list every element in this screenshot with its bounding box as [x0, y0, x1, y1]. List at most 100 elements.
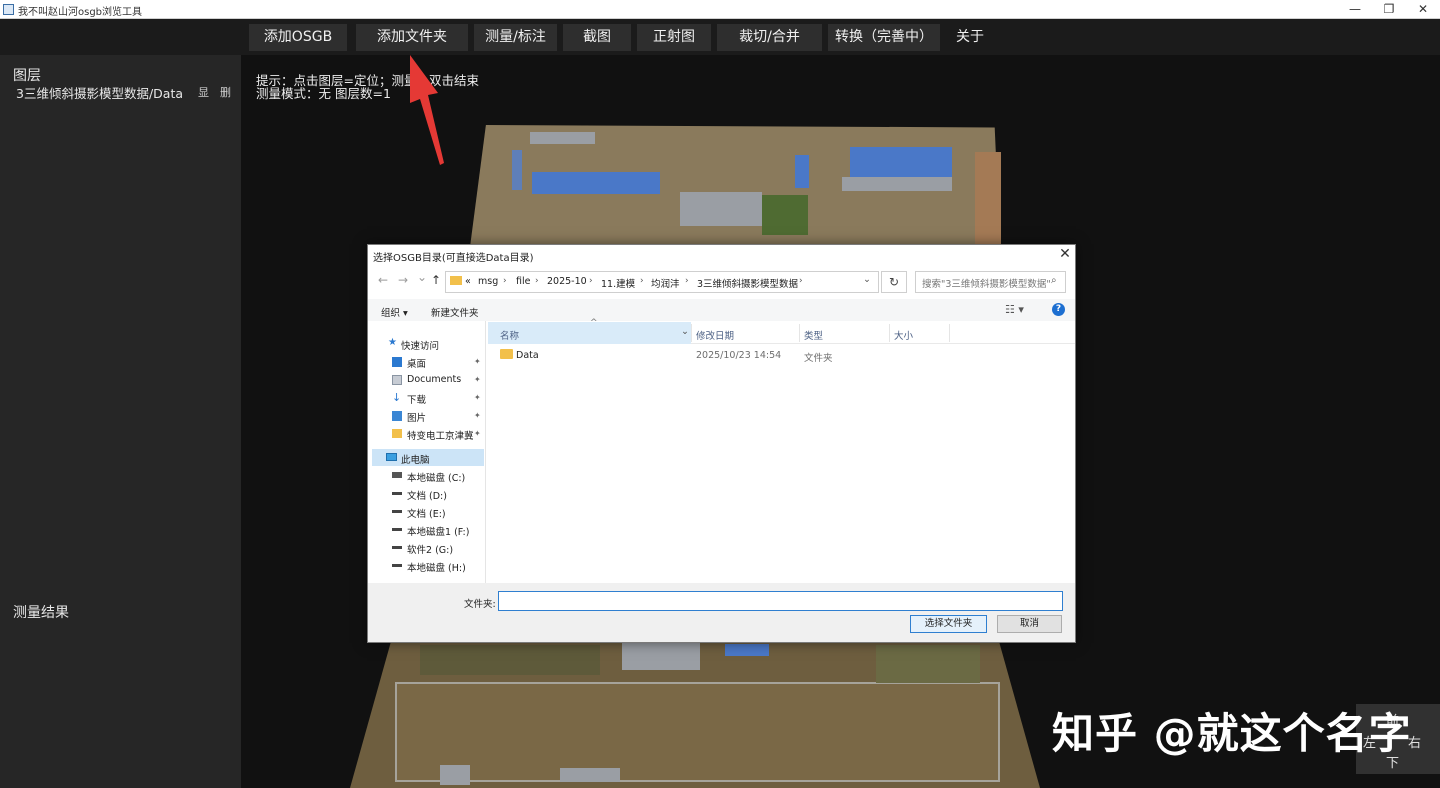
refresh-button[interactable]: ↻	[881, 271, 907, 293]
building	[725, 644, 769, 656]
cancel-button[interactable]: 取消	[997, 615, 1062, 633]
nav-item-pictures[interactable]: 图片	[407, 410, 426, 424]
dialog-close-button[interactable]: ✕	[1056, 245, 1074, 263]
column-divider[interactable]	[949, 324, 950, 342]
column-dropdown-icon[interactable]: ⌄	[681, 326, 689, 337]
measure-annotate-button[interactable]: 测量/标注	[474, 24, 557, 51]
nav-item-drive-h[interactable]: 本地磁盘 (H:)	[407, 560, 466, 574]
nav-item-documents[interactable]: Documents	[407, 374, 461, 385]
field	[762, 195, 808, 235]
column-size[interactable]: 大小	[894, 328, 913, 342]
field	[876, 645, 980, 683]
address-dropdown-icon[interactable]: ⌄	[863, 274, 871, 285]
nav-item-drive-f[interactable]: 本地磁盘1 (F:)	[407, 524, 469, 538]
layer-delete-button[interactable]: 删	[220, 84, 231, 100]
column-modified[interactable]: 修改日期	[696, 328, 734, 342]
breadcrumb-separator: ›	[685, 276, 689, 286]
organize-menu[interactable]: 组织 ▾	[381, 305, 408, 319]
breadcrumb-more[interactable]: «	[465, 276, 471, 287]
layers-title: 图层	[13, 68, 41, 84]
column-divider[interactable]	[691, 324, 692, 342]
folder-field-label: 文件夹:	[464, 599, 496, 610]
drive-icon	[392, 528, 402, 531]
field	[975, 152, 1001, 244]
nav-item-folder[interactable]: 特变电工京津冀	[407, 428, 473, 442]
restore-button[interactable]: ❐	[1372, 0, 1406, 19]
recent-locations-icon[interactable]: ⌄	[417, 270, 427, 284]
folder-icon	[500, 349, 513, 359]
breadcrumb-item[interactable]: 2025-10	[547, 276, 587, 287]
drive-icon	[392, 492, 402, 495]
column-name[interactable]: 名称	[500, 328, 519, 342]
back-icon[interactable]: ←	[378, 273, 388, 287]
search-input[interactable]: 搜索"3三维倾斜摄影模型数据"	[915, 271, 1066, 293]
breadcrumb-separator: ›	[503, 276, 507, 286]
file-modified: 2025/10/23 14:54	[696, 350, 782, 361]
pin-icon: ✦	[474, 375, 481, 384]
star-icon: ★	[388, 337, 397, 348]
building	[560, 768, 620, 782]
measure-mode-text: 测量模式：无 图层数=1	[256, 86, 391, 101]
building	[530, 132, 595, 144]
forward-icon[interactable]: →	[398, 273, 408, 287]
breadcrumb-item[interactable]: msg	[478, 276, 498, 287]
ortho-image-button[interactable]: 正射图	[637, 24, 711, 51]
nav-item-desktop[interactable]: 桌面	[407, 356, 426, 370]
nav-item-quick-access[interactable]: 快速访问	[401, 338, 439, 352]
building	[850, 147, 952, 177]
layer-item[interactable]: 3三维倾斜摄影模型数据/Data	[16, 83, 183, 102]
breadcrumb-item[interactable]: 11.建模	[601, 276, 635, 290]
building	[512, 150, 522, 190]
nav-item-drive-c[interactable]: 本地磁盘 (C:)	[407, 470, 465, 484]
nav-item-this-pc[interactable]: 此电脑	[401, 452, 430, 466]
left-panel	[0, 55, 241, 788]
view-options-icon[interactable]: ☷ ▾	[1005, 303, 1024, 316]
pictures-icon	[392, 411, 402, 421]
nav-item-downloads[interactable]: 下载	[407, 392, 426, 406]
building	[680, 192, 762, 226]
field	[420, 645, 600, 675]
nav-item-drive-g[interactable]: 软件2 (G:)	[407, 542, 453, 556]
file-row[interactable]	[490, 346, 1075, 364]
file-name[interactable]: Data	[516, 350, 539, 361]
up-icon[interactable]: ↑	[431, 273, 441, 287]
minimize-button[interactable]: —	[1338, 0, 1372, 19]
breadcrumb-item[interactable]: 3三维倾斜摄影模型数据	[697, 276, 798, 290]
search-icon: ⌕	[1051, 275, 1057, 286]
breadcrumb-separator: ›	[589, 276, 593, 286]
new-folder-button[interactable]: 新建文件夹	[431, 305, 479, 319]
pin-icon: ✦	[474, 411, 481, 420]
add-folder-button[interactable]: 添加文件夹	[356, 24, 468, 51]
screenshot-button[interactable]: 截图	[563, 24, 631, 51]
folder-icon	[450, 276, 462, 285]
window-close-button[interactable]: ✕	[1406, 0, 1440, 19]
drive-icon	[392, 546, 402, 549]
add-osgb-button[interactable]: 添加OSGB	[249, 24, 347, 51]
column-type[interactable]: 类型	[804, 328, 823, 342]
nav-item-drive-d[interactable]: 文档 (D:)	[407, 488, 447, 502]
convert-button[interactable]: 转换（完善中）	[828, 24, 940, 51]
drive-icon	[392, 510, 402, 513]
select-folder-button[interactable]: 选择文件夹	[910, 615, 987, 633]
pin-icon: ✦	[474, 429, 481, 438]
sort-ascending-icon: ^	[590, 318, 598, 328]
breadcrumb-item[interactable]: 均润沣	[651, 276, 680, 290]
folder-name-input[interactable]	[498, 591, 1063, 611]
breadcrumb-separator: ›	[535, 276, 539, 286]
layer-show-button[interactable]: 显	[198, 84, 209, 100]
pin-icon: ✦	[474, 393, 481, 402]
download-icon: ↓	[392, 391, 402, 404]
app-icon	[3, 4, 14, 15]
dialog-title: 选择OSGB目录(可直接选Data目录)	[373, 253, 534, 264]
column-divider[interactable]	[799, 324, 800, 342]
building	[795, 155, 809, 188]
clip-merge-button[interactable]: 裁切/合并	[717, 24, 822, 51]
red-arrow-annotation	[410, 55, 444, 165]
breadcrumb-separator: ›	[799, 276, 803, 286]
field	[395, 682, 1000, 782]
column-divider[interactable]	[889, 324, 890, 342]
breadcrumb-item[interactable]: file	[516, 276, 530, 287]
nav-item-drive-e[interactable]: 文档 (E:)	[407, 506, 446, 520]
help-icon[interactable]: ?	[1052, 303, 1065, 316]
about-button[interactable]: 关于	[946, 24, 994, 51]
